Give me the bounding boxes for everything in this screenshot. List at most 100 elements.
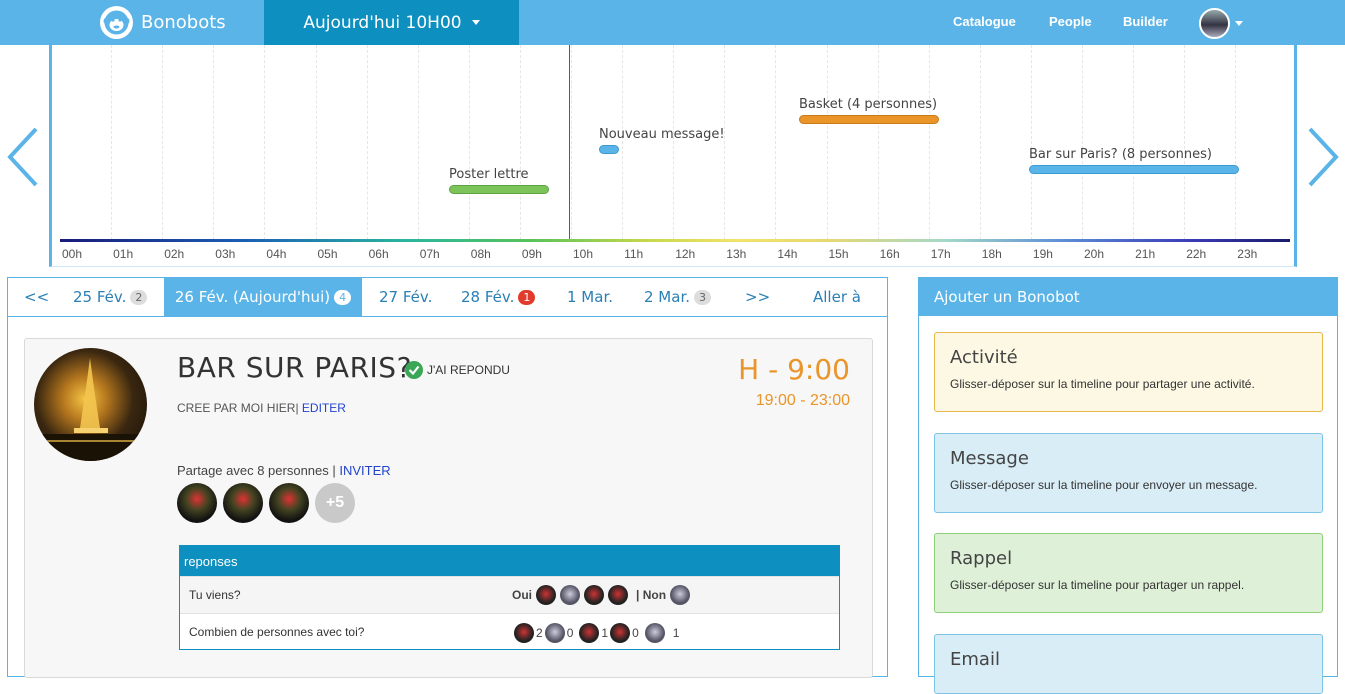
grid-line [877,45,879,240]
share-count: Partage avec 8 personnes | [177,463,336,478]
item-title: Message [950,448,1029,469]
share-info: Partage avec 8 personnes | INVITER [177,463,391,478]
nav-builder[interactable]: Builder [1123,14,1168,29]
grid-line [366,45,368,240]
avatar [608,585,628,605]
hour-label: 09h [521,247,542,261]
grid-line [571,45,572,240]
nav-people[interactable]: People [1049,14,1092,29]
tab-26-fev[interactable]: 26 Fév. (Aujourd'hui) 4 [164,278,362,316]
event-time-range: 19:00 - 23:00 [755,392,850,409]
hour-label: 16h [879,247,900,261]
event-bar-bar-sur-paris[interactable] [1029,165,1239,174]
grid-line [979,45,981,240]
count-badge: 2 [130,289,148,305]
event-bar-message[interactable] [599,145,619,154]
tab-28-fev[interactable]: 28 Fév. 1 [461,278,536,316]
event-title: BAR SUR PARIS? [177,351,412,384]
timeline[interactable]: Poster lettre Nouveau message! Basket (4… [49,45,1297,267]
avatar [544,623,565,643]
participant-avatar[interactable] [269,483,309,523]
tab-1-mar[interactable]: 1 Mar. [567,278,613,316]
caret-down-icon[interactable] [1235,21,1243,26]
top-navbar: Bonobots Aujourd'hui 10H00 Catalogue Peo… [0,0,1345,45]
draggable-email[interactable]: Email [934,634,1323,694]
responses-table: reponses Tu viens? Oui | Non Combien de … [179,545,840,650]
grid-line [264,45,266,240]
tab-goto[interactable]: Aller à [813,278,861,316]
chevron-right-icon[interactable] [1306,125,1340,189]
more-participants[interactable]: +5 [315,483,355,523]
hour-label: 22h [1186,247,1207,261]
grid-line [519,45,521,240]
participant-avatar[interactable] [177,483,217,523]
hour-label: 02h [164,247,185,261]
hour-label: 17h [930,247,951,261]
hour-label: 00h [62,247,83,261]
draggable-message[interactable]: Message Glisser-déposer sur la timeline … [934,433,1323,513]
avatar [579,623,600,643]
event-label-bar: Bar sur Paris? (8 personnes) [1029,147,1212,162]
tab-27-fev[interactable]: 27 Fév. [379,278,432,316]
edit-link[interactable]: EDITER [302,401,346,415]
tab-label: Aller à [813,288,861,306]
question-text: Combien de personnes avec toi? [189,625,365,639]
avatar [584,585,604,605]
monkey-logo-icon [100,6,133,39]
check-circle-icon [405,361,423,379]
no-label: | Non [636,588,667,602]
time-gradient-bar [60,239,1290,242]
hour-label: 15h [828,247,849,261]
hour-label: 11h [624,247,644,261]
invite-link[interactable]: INVITER [339,463,390,478]
grid-line [417,45,419,240]
tab-label: 1 Mar. [567,288,614,306]
hour-label: 21h [1135,247,1156,261]
event-bar-basket[interactable] [799,115,939,124]
grid-line [468,45,470,240]
item-title: Rappel [950,548,1013,569]
add-panel-header: Ajouter un Bonobot [919,278,1337,316]
nav-catalogue[interactable]: Catalogue [953,14,1016,29]
tab-2-mar[interactable]: 2 Mar. 3 [644,278,712,316]
avatar [610,623,631,643]
day-panel: << 25 Fév. 2 26 Fév. (Aujourd'hui) 4 27 Fé… [7,277,888,678]
draggable-activity[interactable]: Activité Glisser-déposer sur la timeline… [934,332,1323,412]
tab-label: 25 Fév. [73,288,127,306]
participant-avatar[interactable] [223,483,263,523]
grid-line [1082,45,1083,240]
event-label-poster: Poster lettre [449,167,529,182]
yes-label: Oui [512,588,532,602]
tab-label: << [24,288,50,306]
count-badge: 1 [518,289,536,305]
hour-label: 03h [215,247,236,261]
avatar [670,585,691,605]
tab-next[interactable]: >> [745,278,770,316]
answered-label: J'AI REPONDU [427,363,510,377]
grid-line [213,45,215,240]
hour-label: 07h [419,247,440,261]
grid-line [315,45,317,240]
brand[interactable]: Bonobots [100,6,226,39]
current-date-dropdown[interactable]: Aujourd'hui 10H00 [264,0,519,45]
grid-line [1030,45,1032,240]
brand-name: Bonobots [141,12,226,33]
grid-line [1133,45,1135,240]
chevron-left-icon[interactable] [6,125,40,189]
count-badge: 4 [334,289,352,305]
event-image [34,348,147,461]
grid-line [775,45,777,240]
grid-line [1184,45,1186,240]
grid-line [622,45,624,240]
hour-label: 12h [675,247,696,261]
user-avatar[interactable] [1199,8,1230,39]
event-bar-poster[interactable] [449,185,549,194]
answer-cell: Oui | Non [512,585,692,605]
tab-25-fev[interactable]: 25 Fév. 2 [73,278,148,316]
tab-prev[interactable]: << [24,278,49,316]
hour-label: 13h [726,247,747,261]
event-card: BAR SUR PARIS? J'AI REPONDU CREE PAR MOI… [24,338,873,678]
tab-label: >> [745,288,771,306]
draggable-reminder[interactable]: Rappel Glisser-déposer sur la timeline p… [934,533,1323,613]
item-description: Glisser-déposer sur la timeline pour par… [950,377,1255,391]
